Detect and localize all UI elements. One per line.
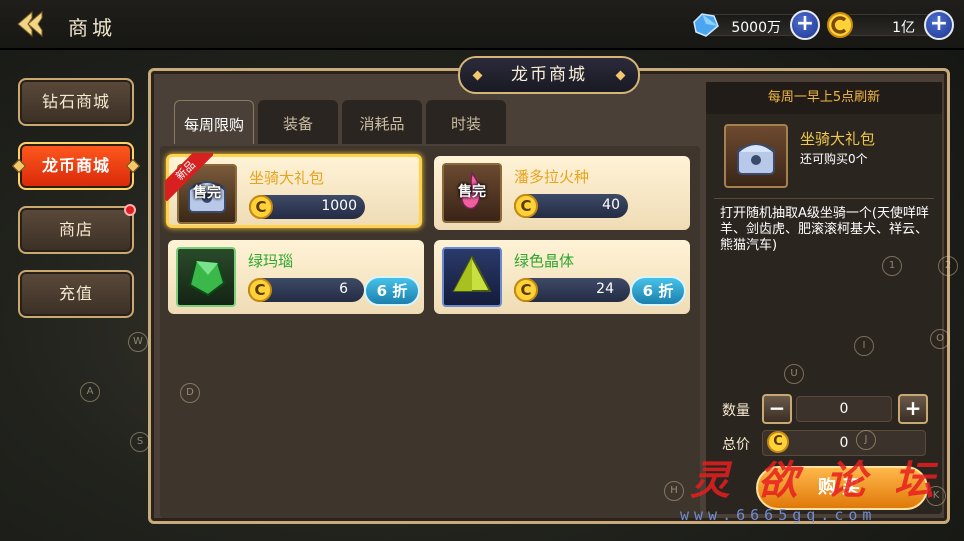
key-hint-a: A [80, 382, 100, 402]
subtab-fashion[interactable]: 时装 [426, 100, 506, 144]
key-hint-j: J [856, 430, 876, 450]
key-hint-w: W [128, 332, 148, 352]
green-gem-icon [176, 247, 236, 307]
panel-title: 龙币商城 [458, 56, 640, 94]
flame-icon: 售完 [442, 163, 502, 223]
key-hint-d: D [180, 383, 200, 403]
key-hint-h: H [664, 481, 684, 501]
item-card-green-agate[interactable]: 绿玛瑙 C 6 6 折 [168, 240, 424, 314]
item-name: 潘多拉火种 [514, 168, 590, 186]
item-price: 24 [596, 281, 614, 297]
discount-badge: 6 折 [630, 276, 686, 306]
key-hint-o: O [930, 329, 950, 349]
price-bar: C 6 [248, 278, 364, 302]
detail-chest-icon [724, 124, 788, 188]
back-button[interactable] [14, 8, 50, 40]
subtab-weekly-limited[interactable]: 每周限购 [174, 100, 254, 144]
tab-label: 龙币商城 [41, 156, 110, 175]
item-name: 绿玛瑙 [248, 252, 294, 270]
key-hint-i: I [854, 336, 874, 356]
diamond-icon [693, 13, 719, 37]
coin-icon: C [514, 278, 538, 302]
refresh-notice: 每周一早上5点刷新 [706, 82, 942, 114]
coin-icon: C [249, 195, 273, 219]
green-gem-graphic [188, 259, 226, 297]
subtab-equipment[interactable]: 装备 [258, 100, 338, 144]
sold-out-label: 售完 [458, 184, 486, 200]
add-diamond-button[interactable]: + [790, 10, 820, 40]
tab-label: 充值 [58, 284, 93, 303]
item-card-green-crystal[interactable]: 绿色晶体 C 24 6 折 [434, 240, 690, 314]
notification-dot [124, 204, 136, 216]
add-coin-button[interactable]: + [924, 10, 954, 40]
item-price: 6 [339, 281, 348, 297]
item-price: 40 [602, 197, 620, 213]
item-card-pandora-flame[interactable]: 售完 潘多拉火种 C 40 [434, 156, 690, 230]
chest-icon-graphic [737, 143, 775, 175]
tab-label: 商店 [58, 220, 93, 239]
page-title: 商城 [68, 16, 116, 40]
discount-badge: 6 折 [364, 276, 420, 306]
item-card-mount-pack[interactable]: 售完 新品 坐骑大礼包 C 1000 [165, 153, 422, 228]
coin-icon [827, 12, 853, 38]
new-badge: 新品 [165, 153, 213, 201]
decrease-quantity-button[interactable]: − [762, 394, 792, 424]
price-bar: C 40 [514, 194, 628, 218]
increase-quantity-button[interactable]: + [898, 394, 928, 424]
detail-item-name: 坐骑大礼包 [800, 130, 876, 148]
back-arrow-icon [17, 10, 43, 38]
crystal-icon [442, 247, 502, 307]
item-price: 1000 [321, 198, 357, 214]
quantity-input[interactable]: 0 [796, 396, 892, 422]
key-hint-u: U [784, 364, 804, 384]
new-badge-text: 新品 [165, 153, 213, 201]
watermark-text: 灵欲论坛 [690, 457, 962, 504]
watermark-url: www.6665gq.com [680, 506, 877, 524]
tab-diamond-shop[interactable]: 钻石商城 [18, 78, 134, 126]
diamond-ornament-icon [11, 158, 27, 174]
item-description: 打开随机抽取A级坐骑一个(天使咩咩羊、剑齿虎、肥滚滚柯基犬、祥云、熊猫汽车) [720, 206, 929, 253]
diamond-ornament-icon [472, 70, 483, 81]
panel-title-text: 龙币商城 [511, 65, 587, 85]
price-bar: C 1000 [249, 195, 365, 219]
quantity-label: 数量 [722, 403, 750, 419]
divider [714, 198, 934, 199]
crystal-graphic [452, 254, 492, 292]
price-bar: C 24 [514, 278, 630, 302]
item-name: 坐骑大礼包 [249, 169, 325, 187]
item-name: 绿色晶体 [514, 252, 575, 270]
coin-icon: C [514, 194, 538, 218]
diamond-currency: 5000万 + [690, 10, 820, 40]
top-bar: 商城 5000万 + 1亿 + [0, 0, 964, 50]
coin-icon: C [248, 278, 272, 302]
diamond-ornament-icon [125, 158, 141, 174]
tab-recharge[interactable]: 充值 [18, 270, 134, 318]
key-hint-s: S [130, 432, 150, 452]
tab-dragon-coin-shop[interactable]: 龙币商城 [11, 142, 141, 190]
key-hint-2: 2 [938, 256, 958, 276]
key-hint-1: 1 [882, 256, 902, 276]
diamond-value: 5000万 [731, 20, 781, 36]
remaining-count: 还可购买0个 [800, 152, 868, 166]
tab-store[interactable]: 商店 [18, 204, 136, 254]
subtab-consumables[interactable]: 消耗品 [342, 100, 422, 144]
coin-value: 1亿 [892, 20, 915, 36]
diamond-ornament-icon [615, 70, 626, 81]
tab-label: 钻石商城 [41, 92, 110, 111]
coin-currency: 1亿 + [826, 10, 954, 40]
